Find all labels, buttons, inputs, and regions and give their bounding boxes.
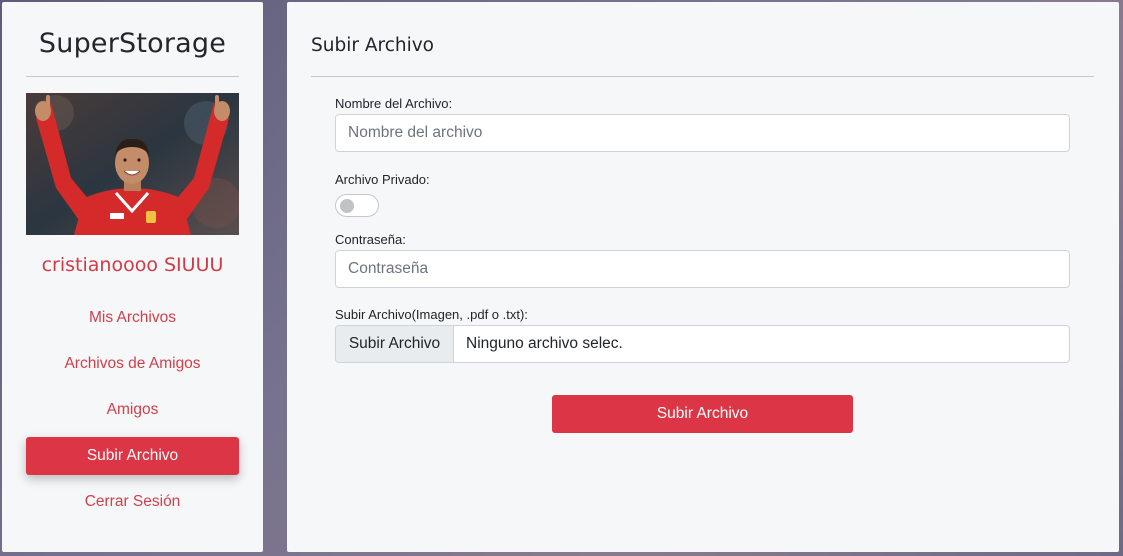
file-upload-label: Subir Archivo(Imagen, .pdf o .txt): [335,307,528,322]
password-input[interactable] [335,250,1070,288]
page-title: Subir Archivo [311,35,434,56]
nav-item-subir-archivo[interactable]: Subir Archivo [26,437,239,475]
toggle-knob [340,198,354,213]
password-label: Contraseña: [335,232,406,247]
submit-upload-button[interactable]: Subir Archivo [552,395,853,433]
nav-item-mis-archivos[interactable]: Mis Archivos [26,299,239,337]
divider [311,76,1094,77]
divider [26,76,239,77]
sidebar: SuperStorage cristianoooo SIUUU Mis Arch… [2,2,263,552]
profile-photo-illustration [26,93,239,235]
file-name-input[interactable] [335,114,1070,152]
brand-title: SuperStorage [38,28,227,59]
nav-item-cerrar-sesion[interactable]: Cerrar Sesión [26,483,239,521]
nav-item-amigos[interactable]: Amigos [26,391,239,429]
file-upload-input[interactable]: Subir Archivo Ninguno archivo selec. [335,325,1070,363]
private-toggle[interactable] [335,194,379,217]
file-name-label: Nombre del Archivo: [335,96,453,111]
private-file-label: Archivo Privado: [335,172,430,187]
choose-file-button[interactable]: Subir Archivo [336,326,454,362]
nav-item-archivos-de-amigos[interactable]: Archivos de Amigos [26,345,239,383]
selected-file-status: Ninguno archivo selec. [466,335,623,352]
username: cristianoooo SIUUU [41,254,224,276]
main-panel: Subir Archivo Nombre del Archivo: Archiv… [287,2,1119,552]
profile-photo [26,93,239,235]
